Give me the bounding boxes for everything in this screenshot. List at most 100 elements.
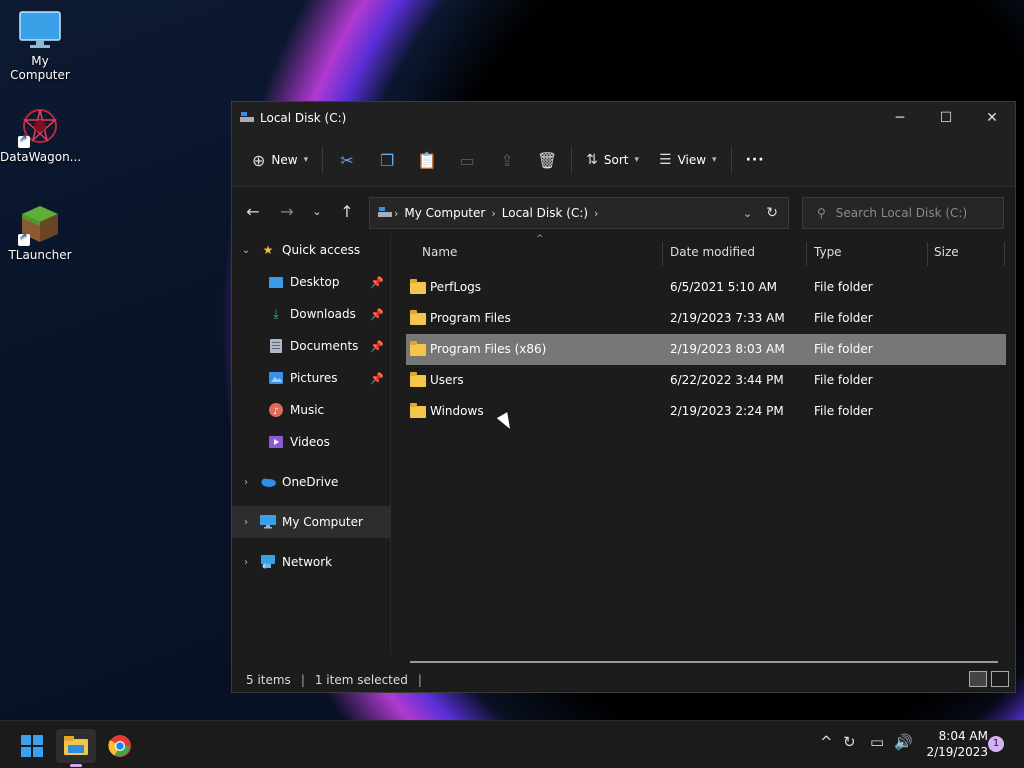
column-divider[interactable] bbox=[806, 242, 807, 266]
search-box[interactable]: ⚲ Search Local Disk (C:) bbox=[802, 197, 1004, 229]
pin-icon[interactable]: 📌 bbox=[370, 372, 384, 385]
sidebar-item-desktop[interactable]: Desktop 📌 bbox=[232, 266, 390, 298]
breadcrumb-local-disk[interactable]: Local Disk (C:) bbox=[502, 206, 588, 220]
pane-splitter[interactable] bbox=[390, 234, 391, 654]
show-hidden-icons-chevron-icon[interactable]: ^ bbox=[820, 733, 833, 751]
sidebar-item-label: Documents bbox=[290, 339, 359, 353]
file-date: 6/5/2021 5:10 AM bbox=[670, 280, 778, 294]
copy-button[interactable]: ❐ bbox=[373, 144, 401, 176]
sidebar-item-network[interactable]: › Network bbox=[232, 546, 390, 578]
column-header-date[interactable]: Date modified bbox=[670, 245, 755, 259]
breadcrumb-my-computer[interactable]: My Computer bbox=[404, 206, 485, 220]
recent-locations-button[interactable]: ⌄ bbox=[302, 205, 332, 218]
paste-button[interactable]: 📋 bbox=[413, 144, 441, 176]
sidebar-item-my-computer[interactable]: › My Computer bbox=[232, 506, 390, 538]
forward-button[interactable]: → bbox=[272, 202, 302, 221]
sidebar-item-documents[interactable]: Documents 📌 bbox=[232, 330, 390, 362]
share-button[interactable]: ⇪ bbox=[493, 144, 521, 176]
file-date: 6/22/2022 3:44 PM bbox=[670, 373, 784, 387]
details-view-button[interactable] bbox=[969, 671, 987, 687]
music-icon: ♪ bbox=[268, 402, 284, 418]
table-row[interactable]: PerfLogs 6/5/2021 5:10 AM File folder bbox=[406, 272, 1006, 303]
sort-button[interactable]: ⇅ Sort ▾ bbox=[576, 144, 649, 176]
pin-icon[interactable]: 📌 bbox=[370, 276, 384, 289]
chevron-right-icon[interactable]: › bbox=[594, 207, 598, 220]
title-bar[interactable]: Local Disk (C:) ─ ☐ ✕ bbox=[232, 102, 1015, 134]
selection-count: 1 item selected bbox=[314, 673, 408, 687]
table-row[interactable]: Windows 2/19/2023 2:24 PM File folder bbox=[406, 396, 1006, 427]
refresh-icon[interactable]: ↻ bbox=[766, 205, 778, 221]
clock-time: 8:04 AM bbox=[938, 729, 988, 743]
minimize-button[interactable]: ─ bbox=[877, 102, 923, 134]
file-date: 2/19/2023 8:03 AM bbox=[670, 342, 785, 356]
taskbar-chrome[interactable] bbox=[100, 729, 140, 763]
column-divider[interactable] bbox=[1004, 242, 1005, 266]
desktop-icon-datawagon[interactable]: DataWagon... bbox=[0, 106, 81, 164]
sidebar-item-onedrive[interactable]: › OneDrive bbox=[232, 466, 390, 498]
sidebar-item-downloads[interactable]: ⤓ Downloads 📌 bbox=[232, 298, 390, 330]
column-header-name[interactable]: Name bbox=[422, 245, 457, 259]
start-button[interactable] bbox=[12, 729, 52, 763]
chevron-right-icon[interactable]: › bbox=[232, 517, 260, 528]
volume-icon[interactable]: 🔊 bbox=[894, 733, 913, 751]
more-options-button[interactable]: ··· bbox=[736, 144, 775, 176]
table-row[interactable]: Program Files 2/19/2023 7:33 AM File fol… bbox=[406, 303, 1006, 334]
monitor-icon bbox=[260, 514, 276, 530]
column-divider[interactable] bbox=[927, 242, 928, 266]
taskbar: ^ ↻ ▭ 🔊 8:04 AM 2/19/2023 1 bbox=[0, 720, 1024, 768]
chevron-right-icon: › bbox=[394, 206, 399, 220]
grass-block-icon bbox=[18, 204, 62, 246]
tiles-view-button[interactable] bbox=[991, 671, 1009, 687]
share-icon: ⇪ bbox=[500, 150, 514, 170]
sort-ascending-icon: ^ bbox=[536, 234, 544, 244]
file-date: 2/19/2023 2:24 PM bbox=[670, 404, 784, 418]
taskbar-file-explorer[interactable] bbox=[56, 729, 96, 767]
arrow-right-icon: → bbox=[280, 201, 294, 221]
sidebar-item-quick-access[interactable]: ⌄ ★ Quick access bbox=[232, 234, 390, 266]
column-header-type[interactable]: Type bbox=[814, 245, 842, 259]
drive-icon bbox=[240, 111, 254, 126]
document-icon bbox=[268, 338, 284, 354]
address-bar[interactable]: › My Computer › Local Disk (C:) › ⌄ ↻ bbox=[369, 197, 789, 229]
notification-badge[interactable]: 1 bbox=[988, 736, 1004, 752]
delete-button[interactable]: 🗑 bbox=[533, 144, 561, 176]
up-button[interactable]: ↑ bbox=[332, 202, 362, 221]
chevron-right-icon[interactable]: › bbox=[232, 557, 260, 568]
table-row[interactable]: Users 6/22/2022 3:44 PM File folder bbox=[406, 365, 1006, 396]
column-divider[interactable] bbox=[662, 242, 663, 266]
sidebar-item-label: Pictures bbox=[290, 371, 338, 385]
picture-icon bbox=[268, 370, 284, 386]
sync-status-icon[interactable]: ↻ bbox=[843, 733, 856, 751]
new-button[interactable]: ⊕ New ▾ bbox=[242, 144, 318, 176]
sidebar-item-music[interactable]: ♪ Music bbox=[232, 394, 390, 426]
chevron-down-icon: ⌄ bbox=[312, 204, 322, 218]
close-button[interactable]: ✕ bbox=[969, 102, 1015, 134]
address-history-chevron-icon[interactable]: ⌄ bbox=[743, 207, 752, 220]
desktop-icon-label: My Computer bbox=[10, 54, 70, 82]
sidebar-item-label: Network bbox=[282, 555, 333, 569]
cut-button[interactable]: ✂ bbox=[333, 144, 361, 176]
file-date: 2/19/2023 7:33 AM bbox=[670, 311, 785, 325]
search-placeholder: Search Local Disk (C:) bbox=[835, 206, 968, 220]
file-type: File folder bbox=[814, 311, 873, 325]
pin-icon[interactable]: 📌 bbox=[370, 308, 384, 321]
back-button[interactable]: ← bbox=[238, 202, 268, 221]
cloud-icon bbox=[260, 474, 276, 490]
maximize-button[interactable]: ☐ bbox=[923, 102, 969, 134]
network-status-icon[interactable]: ▭ bbox=[870, 733, 884, 751]
chevron-right-icon[interactable]: › bbox=[232, 477, 260, 488]
sidebar-item-pictures[interactable]: Pictures 📌 bbox=[232, 362, 390, 394]
item-count: 5 items bbox=[246, 673, 291, 687]
desktop-icon-my-computer[interactable]: My Computer bbox=[0, 10, 80, 82]
column-header-size[interactable]: Size bbox=[934, 245, 959, 259]
chevron-down-icon[interactable]: ⌄ bbox=[232, 245, 260, 256]
clock[interactable]: 8:04 AM 2/19/2023 bbox=[918, 728, 988, 760]
table-row-selected[interactable]: Program Files (x86) 2/19/2023 8:03 AM Fi… bbox=[406, 334, 1006, 365]
sidebar-item-videos[interactable]: Videos bbox=[232, 426, 390, 458]
rename-button[interactable]: ▭ bbox=[453, 144, 481, 176]
horizontal-scrollbar[interactable] bbox=[410, 661, 998, 663]
pin-icon[interactable]: 📌 bbox=[370, 340, 384, 353]
view-button[interactable]: ☰ View ▾ bbox=[649, 144, 727, 176]
desktop-icon-tlauncher[interactable]: TLauncher bbox=[0, 204, 80, 262]
sidebar-item-label: Music bbox=[290, 403, 325, 417]
